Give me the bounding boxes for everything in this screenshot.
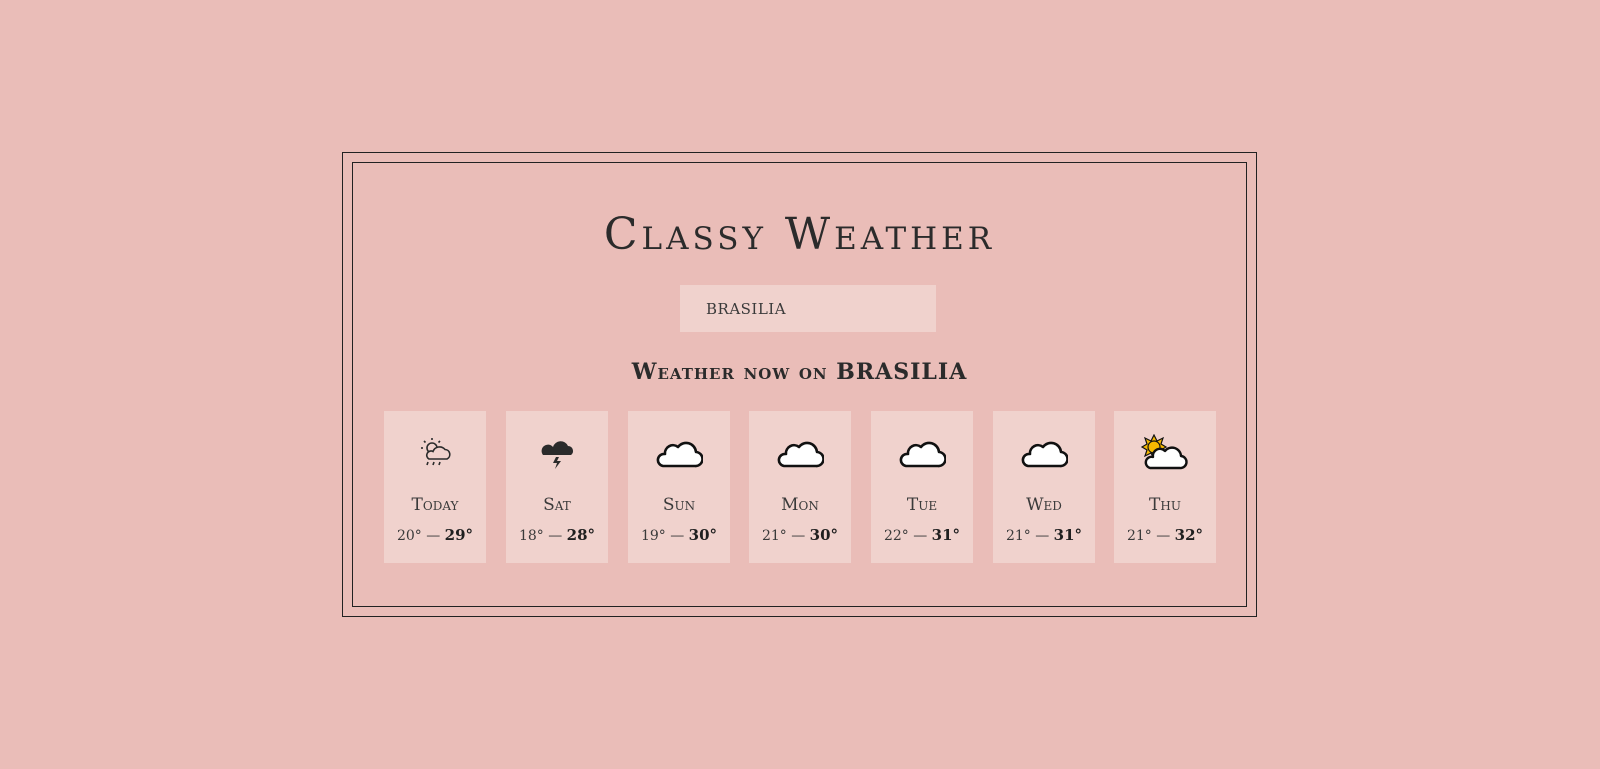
forecast-day-label: Sat [543, 495, 571, 515]
temp-min: 18° [518, 528, 544, 544]
temp-min: 20° [396, 528, 422, 544]
forecast-day-temp: 22° — 31° [871, 526, 973, 544]
temp-min: 22° [883, 528, 909, 544]
temp-max: 30° [809, 526, 839, 544]
temp-max: 31° [1053, 526, 1083, 544]
cloud-icon [993, 433, 1095, 473]
forecast-day-card: Tue 22° — 31° [871, 411, 973, 563]
forecast-day-label: Thu [1149, 495, 1181, 515]
weather-heading: Weather now on BRASILIA [631, 359, 968, 385]
forecast-day-card: Sun 19° — 30° [628, 411, 730, 563]
temp-separator: — [791, 528, 806, 544]
app-inner-frame: Classy Weather Weather now on BRASILIA [352, 162, 1247, 607]
forecast-day-card: Today 20° — 29° [384, 411, 486, 563]
temp-separator: — [426, 528, 441, 544]
cloud-icon [871, 433, 973, 473]
app-title: Classy Weather [603, 209, 996, 260]
forecast-day-label: Today [411, 495, 459, 515]
forecast-day-temp: 21° — 31° [993, 526, 1095, 544]
forecast-day-temp: 20° — 29° [384, 526, 486, 544]
forecast-day-card: Sat 18° — 28° [506, 411, 608, 563]
location-search-input[interactable] [680, 285, 936, 332]
forecast-day-temp: 21° — 32° [1114, 526, 1216, 544]
temp-separator: — [913, 528, 928, 544]
temp-min: 21° [1005, 528, 1031, 544]
forecast-day-label: Wed [1026, 495, 1062, 515]
temp-separator: — [670, 528, 685, 544]
thunderstorm-icon [506, 433, 608, 473]
temp-separator: — [1035, 528, 1050, 544]
temp-min: 19° [640, 528, 666, 544]
temp-max: 29° [444, 526, 474, 544]
temp-max: 32° [1174, 526, 1204, 544]
sun-cloud-rain-icon [384, 433, 486, 473]
temp-separator: — [1156, 528, 1171, 544]
forecast-day-temp: 18° — 28° [506, 526, 608, 544]
forecast-day-label: Sun [662, 495, 696, 515]
sun-behind-cloud-icon [1114, 433, 1216, 473]
cloud-icon [749, 433, 851, 473]
forecast-list: Today 20° — 29° Sat 18° — 28° Sun 19° — … [384, 411, 1216, 563]
app-outer-frame: Classy Weather Weather now on BRASILIA [342, 152, 1257, 617]
temp-min: 21° [1126, 528, 1152, 544]
temp-max: 31° [931, 526, 961, 544]
temp-separator: — [548, 528, 563, 544]
temp-max: 28° [566, 526, 596, 544]
forecast-day-temp: 19° — 30° [628, 526, 730, 544]
temp-min: 21° [761, 528, 787, 544]
temp-max: 30° [688, 526, 718, 544]
cloud-icon [628, 433, 730, 473]
forecast-day-label: Mon [781, 495, 819, 515]
forecast-day-label: Tue [906, 495, 938, 515]
forecast-day-temp: 21° — 30° [749, 526, 851, 544]
forecast-day-card: Mon 21° — 30° [749, 411, 851, 563]
forecast-day-card: Thu 21° — 32° [1114, 411, 1216, 563]
forecast-day-card: Wed 21° — 31° [993, 411, 1095, 563]
